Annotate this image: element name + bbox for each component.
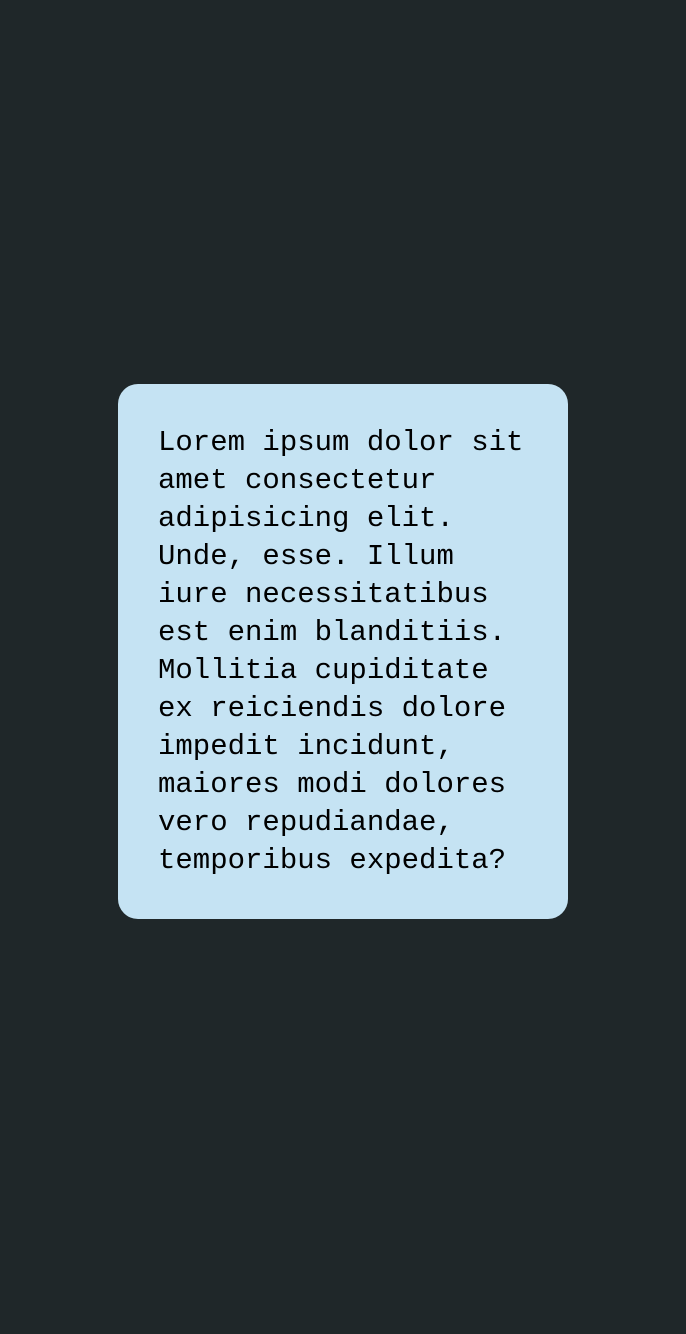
- text-line: vero repudiandae,: [158, 806, 454, 839]
- text-line: maiores modi dolores: [158, 768, 507, 801]
- text-line: impedit incidunt,: [158, 730, 454, 763]
- text-line: adipisicing elit.: [158, 502, 454, 535]
- text-card: Lorem ipsum dolor sit amet consectetur a…: [118, 384, 568, 919]
- text-line: Mollitia cupiditate: [158, 654, 489, 687]
- text-line: ex reiciendis dolore: [158, 692, 507, 725]
- text-line: est enim blanditiis.: [158, 616, 507, 649]
- text-line: Unde, esse. Illum: [158, 540, 454, 573]
- text-line: Lorem ipsum dolor sit: [158, 426, 524, 459]
- text-line: temporibus expedita?: [158, 844, 507, 877]
- text-line: amet consectetur: [158, 464, 437, 497]
- text-line: iure necessitatibus: [158, 578, 489, 611]
